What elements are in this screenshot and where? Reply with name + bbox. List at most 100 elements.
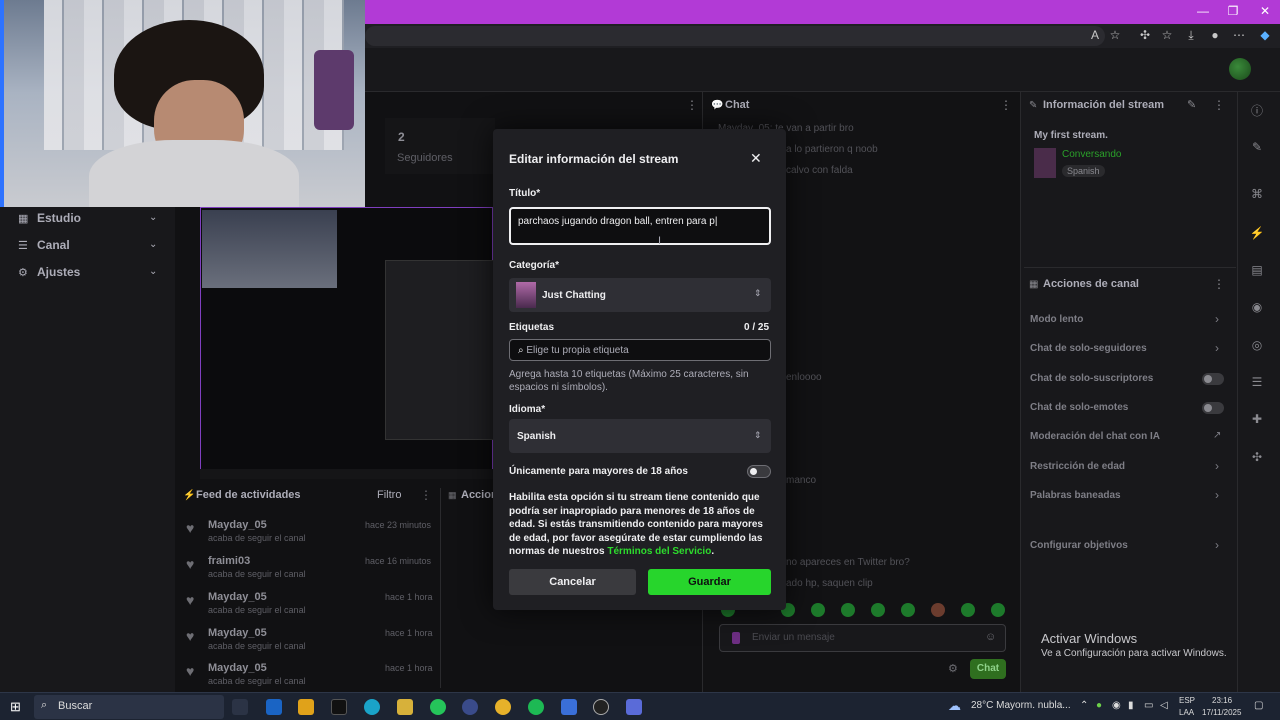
emote-icon[interactable]	[991, 603, 1005, 617]
more-options-icon[interactable]: ⋮	[1213, 277, 1225, 291]
copilot-icon[interactable]: ◆	[1256, 28, 1274, 42]
stream-category[interactable]: Conversando	[1062, 149, 1121, 160]
volume-icon[interactable]: ◁	[1160, 700, 1168, 711]
chevron-down-icon[interactable]: ⌄	[149, 212, 157, 223]
more-options-icon[interactable]: ⋮	[1000, 98, 1012, 112]
tray-app-icon[interactable]: ●	[1096, 700, 1102, 711]
profile-icon[interactable]: ●	[1206, 28, 1224, 42]
lang-line-1[interactable]: ESP	[1179, 696, 1195, 705]
notification-icon[interactable]: ▢	[1254, 700, 1263, 711]
title-input[interactable]: parchaos jugando dragon ball, entren par…	[509, 207, 771, 245]
save-button[interactable]: Guardar	[648, 569, 771, 595]
more-options-icon[interactable]: ⋮	[686, 98, 698, 112]
microphone-icon[interactable]: ▮	[1128, 700, 1134, 711]
file-explorer-icon[interactable]	[298, 699, 314, 715]
gear-icon[interactable]: ⚙	[948, 662, 958, 675]
external-link-icon[interactable]: ↗	[1213, 430, 1221, 441]
chevron-down-icon[interactable]: ⌄	[149, 239, 157, 250]
action-banned-words[interactable]: Palabras baneadas	[1030, 490, 1121, 501]
emotes-only-toggle[interactable]	[1202, 402, 1224, 414]
action-age-restriction[interactable]: Restricción de edad	[1030, 461, 1125, 472]
feed-item-name[interactable]: Mayday_05	[208, 519, 267, 531]
action-followers-only[interactable]: Chat de solo-seguidores	[1030, 343, 1147, 354]
app-icon[interactable]	[462, 699, 478, 715]
edge-icon[interactable]	[364, 699, 380, 715]
store-icon[interactable]	[561, 699, 577, 715]
emote-icon[interactable]	[931, 603, 945, 617]
broadcast-icon[interactable]: ◎	[1248, 338, 1266, 352]
more-icon[interactable]: ⋯	[1230, 28, 1248, 42]
chat-send-button[interactable]: Chat	[970, 659, 1006, 679]
extensions-icon[interactable]: ✣	[1248, 450, 1266, 464]
user-avatar[interactable]	[1229, 58, 1251, 80]
tags-input[interactable]: ⌕ Elige tu propia etiqueta	[509, 339, 771, 361]
subscribers-only-toggle[interactable]	[1202, 373, 1224, 385]
tray-chevron-icon[interactable]: ⌃	[1080, 700, 1088, 711]
feed-item-name[interactable]: Mayday_05	[208, 662, 267, 674]
wrench-icon[interactable]: ✚	[1248, 412, 1266, 426]
action-subscribers-only[interactable]: Chat de solo-suscriptores	[1030, 373, 1153, 384]
tiktok-icon[interactable]	[331, 699, 347, 715]
clip-icon[interactable]: ⌘	[1248, 187, 1266, 201]
chevron-right-icon[interactable]: ›	[1215, 488, 1219, 502]
edit-icon[interactable]: ✎	[1248, 140, 1266, 154]
nav-item-channel[interactable]: Canal	[37, 238, 70, 252]
feed-item-name[interactable]: Mayday_05	[208, 591, 267, 603]
spotify-icon[interactable]	[528, 699, 544, 715]
chevron-right-icon[interactable]: ›	[1215, 341, 1219, 355]
extensions-icon[interactable]: ✣	[1136, 28, 1154, 42]
maximize-icon[interactable]: ❐	[1218, 4, 1248, 18]
chrome-icon[interactable]	[495, 699, 511, 715]
language-select[interactable]: Spanish	[509, 419, 771, 453]
list-icon[interactable]: ▤	[1248, 263, 1266, 277]
adult-toggle[interactable]	[747, 465, 771, 478]
nav-item-settings[interactable]: Ajustes	[37, 265, 80, 279]
tray-app-icon[interactable]: ◉	[1112, 700, 1121, 711]
taskbar-search[interactable]: Buscar	[34, 695, 224, 719]
emote-icon[interactable]	[961, 603, 975, 617]
obs-icon[interactable]	[593, 699, 609, 715]
terms-link[interactable]: Términos del Servicio	[607, 546, 711, 557]
windows-start-icon[interactable]: ⊞	[10, 699, 21, 715]
action-emotes-only[interactable]: Chat de solo-emotes	[1030, 402, 1128, 413]
emote-icon[interactable]	[871, 603, 885, 617]
cancel-button[interactable]: Cancelar	[509, 569, 636, 595]
emote-icon[interactable]	[811, 603, 825, 617]
action-slow-mode[interactable]: Modo lento	[1030, 314, 1083, 325]
feed-filter-button[interactable]: Filtro	[377, 489, 401, 501]
chevron-right-icon[interactable]: ›	[1215, 538, 1219, 552]
app-icon[interactable]	[626, 699, 642, 715]
badge-icon[interactable]	[732, 632, 740, 644]
address-bar[interactable]	[365, 26, 1105, 46]
clock-date[interactable]: 17/11/2025	[1202, 708, 1241, 717]
read-aloud-icon[interactable]: A	[1086, 28, 1104, 42]
chevron-down-icon[interactable]: ⌄	[149, 266, 157, 277]
favorites-icon[interactable]: ☆	[1158, 28, 1176, 42]
emote-picker-icon[interactable]: ☺	[985, 631, 996, 643]
outlook-icon[interactable]	[266, 699, 282, 715]
close-icon[interactable]: ✕	[750, 150, 762, 167]
favorite-icon[interactable]: ☆	[1106, 28, 1124, 42]
emote-icon[interactable]	[901, 603, 915, 617]
nav-item-studio[interactable]: Estudio	[37, 211, 81, 225]
more-options-icon[interactable]: ⋮	[1213, 98, 1225, 112]
chevron-right-icon[interactable]: ›	[1215, 312, 1219, 326]
info-icon[interactable]: ⓘ	[1248, 102, 1266, 119]
downloads-icon[interactable]: ⤓	[1182, 28, 1200, 43]
bolt-icon[interactable]: ⚡	[1248, 226, 1266, 240]
feed-item-name[interactable]: Mayday_05	[208, 627, 267, 639]
task-view-icon[interactable]	[232, 699, 248, 715]
feed-item-name[interactable]: fraimi03	[208, 555, 250, 567]
app-icon[interactable]	[397, 699, 413, 715]
action-goals[interactable]: Configurar objetivos	[1030, 540, 1128, 551]
whatsapp-icon[interactable]	[430, 699, 446, 715]
clock-time[interactable]: 23:16	[1212, 696, 1232, 705]
chat-icon[interactable]: ◉	[1248, 300, 1266, 314]
more-options-icon[interactable]: ⋮	[420, 488, 432, 502]
action-ai-moderation[interactable]: Moderación del chat con IA	[1030, 431, 1160, 442]
chevron-right-icon[interactable]: ›	[1215, 459, 1219, 473]
edit-icon[interactable]: ✎	[1187, 98, 1196, 111]
minimize-icon[interactable]: —	[1188, 4, 1218, 18]
close-window-icon[interactable]: ✕	[1250, 4, 1280, 18]
weather-text[interactable]: 28°C Mayorm. nubla...	[971, 700, 1071, 711]
